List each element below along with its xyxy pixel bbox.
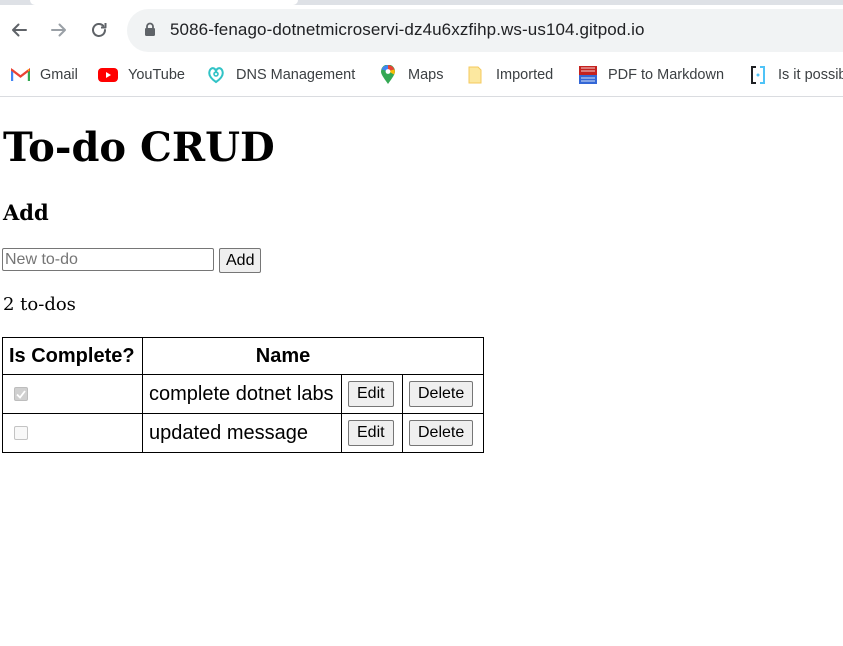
browser-chrome: 5086-fenago-dotnetmicroservi-dz4u6xzfihp… (0, 0, 843, 97)
column-header-complete: Is Complete? (2, 337, 143, 375)
bookmark-label: Gmail (40, 67, 78, 83)
active-tab[interactable] (30, 0, 298, 5)
page-title: To-do CRUD (3, 124, 275, 171)
back-arrow-icon (12, 23, 27, 37)
gmail-icon (10, 66, 30, 84)
todo-name-cell: updated message (142, 413, 342, 453)
forward-arrow-icon (51, 23, 66, 37)
edit-button[interactable]: Edit (348, 381, 394, 407)
table-header-row: Is Complete? Name (2, 337, 484, 375)
delete-button[interactable]: Delete (409, 381, 474, 407)
delete-cell: Delete (402, 413, 484, 453)
lock-icon[interactable] (144, 22, 156, 41)
column-header-name: Name (142, 337, 484, 375)
folder-icon (466, 66, 486, 84)
dns-icon (206, 66, 226, 84)
complete-cell (2, 413, 143, 453)
add-button[interactable]: Add (219, 248, 262, 273)
edit-cell: Edit (341, 374, 403, 414)
complete-checkbox[interactable] (14, 387, 28, 401)
reload-icon (92, 23, 107, 37)
bookmark-is-it-possible[interactable]: Is it possib (748, 64, 843, 86)
page-content: To-do CRUD Add Add 2 to-dos Is Complete?… (0, 97, 843, 646)
bookmark-youtube[interactable]: YouTube (98, 64, 185, 86)
bookmark-dns-management[interactable]: DNS Management (206, 64, 355, 86)
youtube-icon (98, 66, 118, 84)
maps-icon (378, 65, 398, 84)
todos-table: Is Complete? Name complete dotnet labs E… (2, 337, 484, 453)
url-text[interactable]: 5086-fenago-dotnetmicroservi-dz4u6xzfihp… (170, 20, 645, 40)
table-row: complete dotnet labs Edit Delete (2, 374, 484, 414)
bookmark-label: YouTube (128, 67, 185, 83)
bookmark-pdf-to-markdown[interactable]: PDF to Markdown (578, 64, 724, 86)
table-row: updated message Edit Delete (2, 413, 484, 453)
reload-button[interactable] (85, 16, 113, 44)
checkmark-icon (16, 389, 26, 399)
tab-strip (0, 0, 843, 5)
todo-name-cell: complete dotnet labs (142, 374, 342, 414)
new-todo-input[interactable] (2, 248, 214, 271)
bookmark-maps[interactable]: Maps (378, 64, 443, 86)
add-heading: Add (3, 200, 49, 225)
bookmark-gmail[interactable]: Gmail (10, 64, 78, 86)
complete-checkbox[interactable] (14, 426, 28, 440)
delete-cell: Delete (402, 374, 484, 414)
bookmark-label: PDF to Markdown (608, 67, 725, 83)
bookmark-label: Is it possib (778, 67, 843, 83)
bookmark-label: Maps (408, 67, 444, 83)
bracket-icon (748, 66, 768, 84)
complete-cell (2, 374, 143, 414)
edit-cell: Edit (341, 413, 403, 453)
delete-button[interactable]: Delete (409, 420, 474, 446)
bookmark-label: DNS Management (236, 67, 356, 83)
bookmarks-bar: Gmail YouTube DNS Management Maps Import… (0, 60, 843, 88)
pdf-icon (578, 66, 598, 84)
forward-button[interactable] (45, 16, 73, 44)
todo-count: 2 to-dos (3, 294, 76, 315)
edit-button[interactable]: Edit (348, 420, 394, 446)
back-button[interactable] (5, 16, 33, 44)
bookmark-folder-imported[interactable]: Imported (466, 64, 553, 86)
bookmark-label: Imported (496, 67, 554, 83)
address-bar[interactable]: 5086-fenago-dotnetmicroservi-dz4u6xzfihp… (127, 9, 843, 52)
